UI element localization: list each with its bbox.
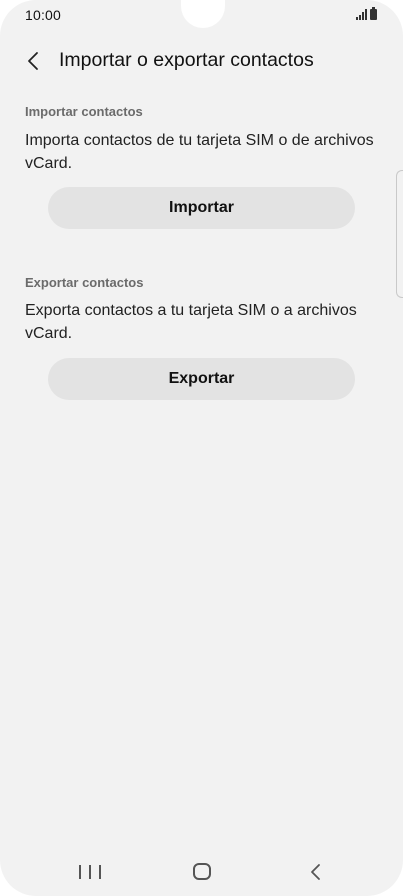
export-section-description: Exporta contactos a tu tarjeta SIM o a a… bbox=[25, 302, 357, 342]
navigation-bar bbox=[0, 848, 403, 896]
recents-icon bbox=[79, 865, 81, 879]
status-time: 10:00 bbox=[25, 7, 62, 23]
recents-button[interactable] bbox=[79, 863, 101, 881]
import-section-label: Importar contactos bbox=[25, 104, 143, 119]
import-section-description: Importa contactos de tu tarjeta SIM o de… bbox=[25, 132, 374, 172]
phone-screen: 10:00 Importar o exportar contactos Impo… bbox=[0, 0, 403, 896]
status-icons bbox=[356, 7, 377, 20]
edge-panel-handle[interactable] bbox=[396, 170, 403, 298]
signal-icon bbox=[356, 9, 367, 20]
nav-back-button[interactable] bbox=[306, 862, 324, 882]
export-section-label: Exportar contactos bbox=[25, 275, 144, 290]
status-bar: 10:00 bbox=[0, 0, 403, 30]
page-title: Importar o exportar contactos bbox=[59, 49, 314, 71]
camera-notch bbox=[181, 0, 225, 28]
battery-icon bbox=[370, 7, 377, 20]
app-header: Importar o exportar contactos bbox=[0, 42, 403, 78]
export-button[interactable]: Exportar bbox=[48, 358, 355, 400]
chevron-left-icon bbox=[28, 52, 38, 70]
back-icon bbox=[311, 864, 320, 880]
back-button[interactable] bbox=[18, 46, 48, 76]
import-button[interactable]: Importar bbox=[48, 187, 355, 229]
home-button[interactable] bbox=[193, 863, 211, 880]
